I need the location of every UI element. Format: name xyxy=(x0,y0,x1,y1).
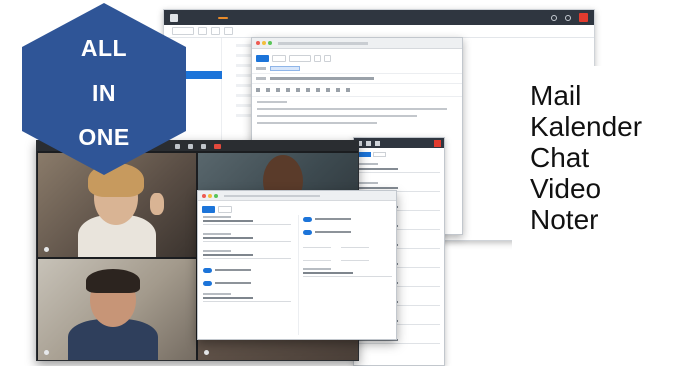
feature-mail: Mail xyxy=(530,80,582,111)
calendar-icon[interactable] xyxy=(366,140,371,146)
toggle-option[interactable] xyxy=(303,215,392,223)
toolbar-button[interactable] xyxy=(224,27,233,35)
minimize-dot-icon[interactable] xyxy=(208,193,212,198)
url-text xyxy=(224,194,320,197)
discard-button[interactable] xyxy=(272,54,286,62)
table-icon[interactable] xyxy=(336,88,340,92)
meeting-titlebar xyxy=(198,191,396,201)
meeting-details xyxy=(203,215,291,309)
panel-topbar xyxy=(354,138,444,148)
close-icon[interactable] xyxy=(434,139,441,147)
all-in-one-badge: ALL IN ONE xyxy=(18,1,190,177)
meeting-dialog xyxy=(197,190,397,340)
font-icon[interactable] xyxy=(286,88,290,92)
tab-active[interactable] xyxy=(358,152,371,157)
toggle-option[interactable] xyxy=(303,228,392,236)
end-call-icon[interactable] xyxy=(213,143,221,149)
image-icon[interactable] xyxy=(316,88,320,92)
host-field[interactable] xyxy=(203,292,291,302)
panel-tabs xyxy=(354,148,444,161)
date-time-section xyxy=(298,215,392,335)
bell-icon[interactable] xyxy=(375,140,380,146)
subject-field[interactable] xyxy=(252,74,462,84)
recurrence-field[interactable] xyxy=(303,267,392,277)
italic-icon[interactable] xyxy=(266,88,270,92)
promo-collage: ALL IN ONE Mail Kalender Chat Video Note… xyxy=(0,0,689,366)
more-button[interactable] xyxy=(324,54,331,62)
close-icon[interactable] xyxy=(579,13,588,22)
badge-line-1: ALL xyxy=(80,35,128,61)
save-draft-button[interactable] xyxy=(289,54,311,62)
mail-topbar xyxy=(164,10,594,25)
participant-name xyxy=(44,247,49,252)
feature-video: Video xyxy=(530,173,602,204)
cancel-button[interactable] xyxy=(218,206,232,213)
start-date-time[interactable] xyxy=(303,241,392,248)
badge-line-3: ONE xyxy=(78,124,130,150)
title-field[interactable] xyxy=(203,215,291,225)
tab[interactable] xyxy=(373,152,386,157)
bold-icon[interactable] xyxy=(256,88,260,92)
link-icon[interactable] xyxy=(306,88,310,92)
panel-field[interactable] xyxy=(358,161,440,173)
search-icon[interactable] xyxy=(551,14,557,21)
minimize-dot-icon[interactable] xyxy=(262,41,266,45)
send-button[interactable] xyxy=(256,54,269,62)
recipient-chip[interactable] xyxy=(270,66,300,71)
save-button[interactable] xyxy=(202,206,215,213)
settings-icon[interactable] xyxy=(565,14,571,21)
participant-tile[interactable] xyxy=(38,259,196,360)
maximize-dot-icon[interactable] xyxy=(214,193,218,198)
list-icon[interactable] xyxy=(326,88,330,92)
compose-toolbar xyxy=(252,52,462,64)
compose-body[interactable] xyxy=(252,97,462,133)
new-button[interactable] xyxy=(218,16,228,19)
close-dot-icon[interactable] xyxy=(256,41,260,45)
toggle-option[interactable] xyxy=(203,279,291,287)
format-toolbar xyxy=(252,84,462,97)
end-date-time[interactable] xyxy=(303,254,392,261)
to-field[interactable] xyxy=(252,64,462,74)
participant-name xyxy=(44,350,49,355)
compose-titlebar xyxy=(252,38,462,49)
feature-calendar: Kalender xyxy=(530,111,643,142)
toggle-option[interactable] xyxy=(203,266,291,274)
screen-share-icon[interactable] xyxy=(200,143,206,149)
close-dot-icon[interactable] xyxy=(202,193,206,198)
feature-notes: Noter xyxy=(530,204,599,235)
attach-button[interactable] xyxy=(314,54,321,62)
toolbar-button[interactable] xyxy=(211,27,220,35)
location-field[interactable] xyxy=(203,232,291,242)
badge-line-2: IN xyxy=(92,80,116,106)
maximize-dot-icon[interactable] xyxy=(268,41,272,45)
indent-icon[interactable] xyxy=(346,88,350,92)
toolbar-button[interactable] xyxy=(198,27,207,35)
feature-chat: Chat xyxy=(530,142,590,173)
description-field[interactable] xyxy=(203,249,291,259)
underline-icon[interactable] xyxy=(276,88,280,92)
url-text xyxy=(278,41,368,45)
color-icon[interactable] xyxy=(296,88,300,92)
feature-list: Mail Kalender Chat Video Noter xyxy=(512,66,682,281)
participant-name xyxy=(204,350,209,355)
